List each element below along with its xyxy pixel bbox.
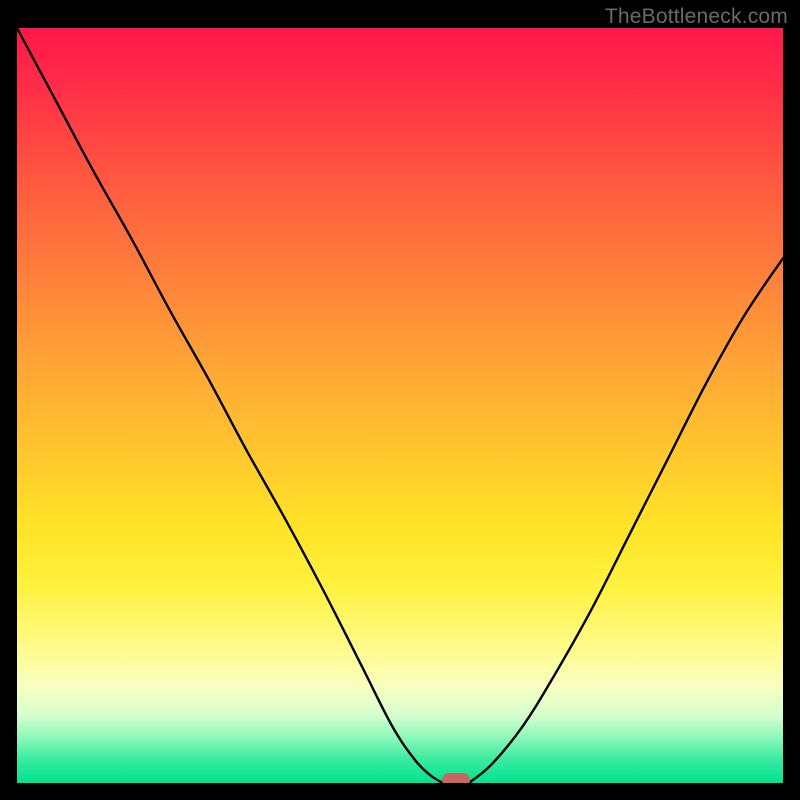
curve-left-branch	[17, 28, 443, 783]
plot-area	[17, 28, 783, 783]
optimal-marker	[442, 773, 470, 783]
chart-frame: TheBottleneck.com	[0, 0, 800, 800]
watermark-text: TheBottleneck.com	[605, 5, 788, 29]
bottleneck-curve	[17, 28, 783, 783]
curve-right-branch	[469, 258, 783, 783]
